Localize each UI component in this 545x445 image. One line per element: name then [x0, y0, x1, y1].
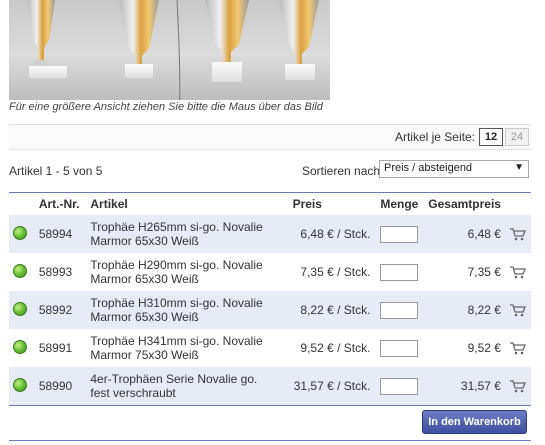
product-name-line1: 4er-Trophäen Serie Novalie go.	[90, 372, 258, 386]
availability-cell	[9, 291, 35, 329]
add-to-cart-button[interactable]: In den Warenkorb	[422, 410, 527, 434]
per-page-label: Artikel je Seite:	[394, 130, 475, 144]
header-artikel: Artikel	[86, 192, 289, 215]
cart-icon[interactable]	[509, 265, 527, 279]
table-row: 58991 Trophäe H341mm si-go. Novalie Marmo…	[9, 329, 531, 367]
cart-icon[interactable]	[509, 303, 527, 317]
quantity-cell	[374, 291, 424, 329]
art-nr[interactable]: 58993	[35, 253, 87, 291]
cart-cell	[505, 215, 531, 253]
product-name[interactable]: Trophäe H310mm si-go. Novalie Marmor 65x3…	[86, 291, 288, 329]
availability-green-icon	[13, 339, 27, 354]
product-name-line1: Trophäe H310mm si-go. Novalie	[90, 296, 263, 310]
quantity-input[interactable]	[380, 225, 419, 243]
total-price: 6,48 €	[467, 227, 501, 241]
unit-price: 7,35 € / Stck.	[300, 265, 371, 279]
availability-cell	[9, 367, 35, 405]
sort-label: Sortieren nach:	[302, 164, 384, 178]
sort-select[interactable]: Preis / absteigend ▼	[379, 160, 529, 178]
availability-green-icon	[13, 301, 27, 316]
per-page-bar: Artikel je Seite: 12 24	[9, 124, 531, 150]
product-name-line1: Trophäe H290mm si-go. Novalie	[90, 258, 263, 272]
total-price: 9,52 €	[467, 341, 501, 355]
quantity-cell	[374, 367, 424, 405]
cart-cell	[505, 253, 531, 291]
quantity-input[interactable]	[380, 263, 419, 281]
cart-icon[interactable]	[509, 227, 527, 241]
quantity-cell	[374, 215, 424, 253]
header-gesamtpreis: Gesamtpreis	[424, 192, 505, 215]
unit-price: 6,48 € / Stck.	[300, 227, 371, 241]
unit-price: 31,57 € / Stck.	[293, 379, 371, 393]
art-nr[interactable]: 58991	[35, 329, 87, 367]
art-nr[interactable]: 58990	[35, 367, 87, 405]
per-page-option-12[interactable]: 12	[479, 128, 503, 146]
product-name-line1: Trophäe H265mm si-go. Novalie	[90, 220, 263, 234]
header-menge: Menge	[374, 192, 425, 215]
availability-green-icon	[13, 377, 27, 392]
availability-cell	[9, 253, 35, 291]
cart-cell	[505, 329, 531, 367]
art-nr[interactable]: 58994	[35, 215, 87, 253]
unit-price: 8,22 € / Stck.	[300, 303, 371, 317]
header-preis: Preis	[288, 192, 375, 215]
table-header-row: Art.-Nr. Artikel Preis Menge Gesamtpreis	[9, 192, 531, 215]
table-row: 58993 Trophäe H290mm si-go. Novalie Marmo…	[9, 253, 531, 291]
quantity-input[interactable]	[380, 377, 419, 395]
cart-icon[interactable]	[509, 379, 527, 393]
header-status	[9, 192, 35, 215]
product-name-line2: Marmor 75x30 Weiß	[90, 348, 199, 362]
quantity-input[interactable]	[380, 339, 419, 357]
art-nr[interactable]: 58992	[35, 291, 87, 329]
quantity-cell	[374, 329, 424, 367]
product-name-line1: Trophäe H341mm si-go. Novalie	[90, 334, 263, 348]
table-bottom-divider	[9, 405, 531, 406]
quantity-cell	[374, 253, 424, 291]
item-count: Artikel 1 - 5 von 5	[9, 164, 103, 178]
availability-green-icon	[13, 263, 27, 278]
header-art-nr: Art.-Nr.	[34, 192, 87, 215]
cart-cell	[505, 291, 531, 329]
image-zoom-hint: Für eine größere Ansicht ziehen Sie bitt…	[9, 101, 323, 113]
header-cart	[504, 192, 531, 215]
unit-price: 9,52 € / Stck.	[300, 341, 371, 355]
table-row: 58990 4er-Trophäen Serie Novalie go. fest…	[9, 367, 531, 405]
product-name[interactable]: 4er-Trophäen Serie Novalie go. fest versc…	[86, 367, 288, 405]
quantity-input[interactable]	[380, 301, 419, 319]
product-name-line2: Marmor 65x30 Weiß	[90, 234, 199, 248]
product-name[interactable]: Trophäe H265mm si-go. Novalie Marmor 65x3…	[86, 215, 288, 253]
product-name[interactable]: Trophäe H341mm si-go. Novalie Marmor 75x3…	[86, 329, 288, 367]
table-row: 58994 Trophäe H265mm si-go. Novalie Marmo…	[9, 215, 531, 253]
product-name-line2: Marmor 65x30 Weiß	[90, 310, 199, 324]
product-name-line2: Marmor 65x30 Weiß	[90, 272, 199, 286]
chevron-down-icon: ▼	[514, 162, 524, 173]
product-image[interactable]	[9, 0, 330, 100]
product-name-line2: fest verschraubt	[90, 386, 176, 400]
cart-cell	[505, 367, 531, 405]
total-price: 8,22 €	[467, 303, 501, 317]
product-name[interactable]: Trophäe H290mm si-go. Novalie Marmor 65x3…	[86, 253, 288, 291]
cart-icon[interactable]	[509, 341, 527, 355]
availability-green-icon	[13, 225, 27, 240]
availability-cell	[9, 215, 35, 253]
product-table: Art.-Nr. Artikel Preis Menge Gesamtpreis…	[9, 192, 531, 405]
total-price: 31,57 €	[460, 379, 501, 393]
table-row: 58992 Trophäe H310mm si-go. Novalie Marmo…	[9, 291, 531, 329]
total-price: 7,35 €	[467, 265, 501, 279]
per-page-option-24[interactable]: 24	[505, 128, 529, 146]
sort-select-value: Preis / absteigend	[384, 162, 473, 174]
footer-divider	[9, 440, 531, 441]
availability-cell	[9, 329, 35, 367]
